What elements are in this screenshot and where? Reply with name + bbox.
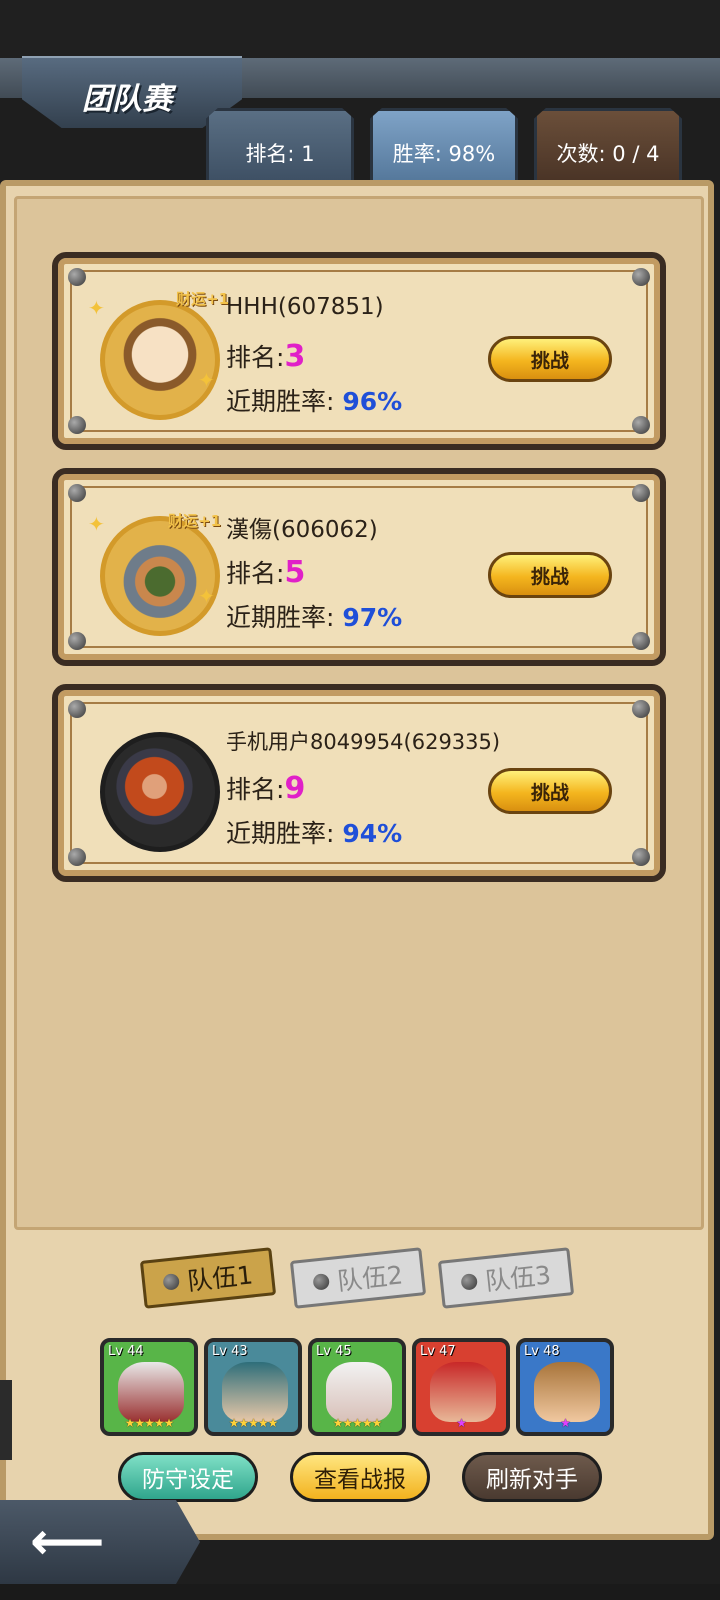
dot-icon — [162, 1273, 181, 1291]
hero-slot[interactable]: Lv 45 ★★★★★ — [308, 1338, 406, 1436]
opponent-card: 财运+1 ✦ ✦ HHH(607851) 排名:3 近期胜率: 96% 挑战 — [52, 252, 666, 450]
hero-portrait — [118, 1362, 184, 1422]
hero-level: Lv 44 — [108, 1344, 144, 1359]
hero-slot[interactable]: Lv 48 ★ — [516, 1338, 614, 1436]
tab-team-2-label: 队伍2 — [335, 1260, 405, 1297]
opponent-winrate: 近期胜率: 97% — [226, 598, 402, 634]
rivet-icon — [68, 848, 86, 866]
hero-slot[interactable]: Lv 47 ★ — [412, 1338, 510, 1436]
attempts-stat: 次数: 0 / 4 — [534, 108, 682, 184]
rivet-icon — [632, 268, 650, 286]
rivet-icon — [68, 268, 86, 286]
rank-label: 排名: — [226, 775, 285, 804]
rivet-icon — [632, 700, 650, 718]
avatar[interactable] — [100, 300, 220, 420]
opponent-rank: 排名:3 — [226, 338, 305, 374]
page-title: 团队赛 — [82, 82, 172, 117]
avatar[interactable] — [100, 732, 220, 852]
winrate-label: 近期胜率: — [226, 819, 335, 848]
hero-stars: ★★★★★ — [124, 1416, 175, 1430]
challenge-button[interactable]: 挑战 — [488, 552, 612, 598]
rivet-icon — [632, 484, 650, 502]
winrate-value: 97% — [342, 603, 403, 632]
challenge-button[interactable]: 挑战 — [488, 768, 612, 814]
opponent-name: 手机用户8049954(629335) — [226, 730, 501, 754]
rivet-icon — [68, 416, 86, 434]
rank-label: 排名: — [226, 343, 285, 372]
defense-settings-button[interactable]: 防守设定 — [118, 1452, 258, 1502]
opponent-name: HHH(607851) — [226, 294, 384, 320]
sparkle-icon: ✦ — [198, 368, 215, 392]
opponent-winrate: 近期胜率: 94% — [226, 814, 402, 850]
attempts-stat-label: 次数: 0 / 4 — [556, 142, 660, 166]
hero-portrait — [326, 1362, 392, 1422]
winrate-label: 近期胜率: — [226, 603, 335, 632]
bonus-tag: 财运+1 — [176, 290, 230, 308]
winrate-value: 96% — [342, 387, 403, 416]
bottom-bar — [0, 1584, 720, 1600]
hero-level: Lv 43 — [212, 1344, 248, 1359]
hero-level: Lv 47 — [420, 1344, 456, 1359]
opponent-rank: 排名:5 — [226, 554, 305, 590]
hero-portrait — [430, 1362, 496, 1422]
hero-level: Lv 48 — [524, 1344, 560, 1359]
dot-icon — [460, 1273, 479, 1291]
rivet-icon — [68, 632, 86, 650]
back-button[interactable]: ⟵ — [0, 1500, 200, 1584]
rivet-icon — [632, 848, 650, 866]
bonus-tag: 财运+1 — [168, 512, 222, 530]
winrate-stat: 胜率: 98% — [370, 108, 518, 184]
hero-stars: ★★★★★ — [332, 1416, 383, 1430]
rivet-icon — [632, 632, 650, 650]
winrate-stat-label: 胜率: 98% — [392, 142, 496, 166]
rank-stat-label: 排名: 1 — [245, 142, 315, 166]
rivet-icon — [68, 484, 86, 502]
hero-stars: ★ — [456, 1416, 467, 1430]
rank-label: 排名: — [226, 559, 285, 588]
refresh-opponents-button[interactable]: 刷新对手 — [462, 1452, 602, 1502]
sparkle-icon: ✦ — [198, 584, 215, 608]
hero-level: Lv 45 — [316, 1344, 352, 1359]
opponent-card: 财运+1 ✦ ✦ 漢傷(606062) 排名:5 近期胜率: 97% 挑战 — [52, 468, 666, 666]
hero-slot[interactable]: Lv 44 ★★★★★ — [100, 1338, 198, 1436]
avatar[interactable] — [100, 516, 220, 636]
view-reports-button[interactable]: 查看战报 — [290, 1452, 430, 1502]
rivet-icon — [68, 700, 86, 718]
sparkle-icon: ✦ — [88, 512, 105, 536]
status-bar-area — [0, 0, 720, 58]
rank-stat: 排名: 1 — [206, 108, 354, 184]
tab-team-1-label: 队伍1 — [185, 1260, 255, 1297]
winrate-label: 近期胜率: — [226, 387, 335, 416]
opponent-winrate: 近期胜率: 96% — [226, 382, 402, 418]
hero-stars: ★ — [560, 1416, 571, 1430]
hero-slot[interactable]: Lv 43 ★★★★★ — [204, 1338, 302, 1436]
opponent-rank: 排名:9 — [226, 770, 305, 806]
challenge-button[interactable]: 挑战 — [488, 336, 612, 382]
rank-value: 5 — [284, 555, 306, 590]
dot-icon — [312, 1273, 331, 1291]
opponent-card: 手机用户8049954(629335) 排名:9 近期胜率: 94% 挑战 — [52, 684, 666, 882]
panel-edge-decoration — [0, 1380, 12, 1460]
hero-stars: ★★★★★ — [228, 1416, 279, 1430]
back-arrow-icon: ⟵ — [30, 1512, 105, 1572]
winrate-value: 94% — [342, 819, 403, 848]
tab-team-3-label: 队伍3 — [483, 1260, 553, 1297]
rivet-icon — [632, 416, 650, 434]
rank-value: 3 — [284, 339, 306, 374]
hero-portrait — [534, 1362, 600, 1422]
rank-value: 9 — [284, 771, 306, 806]
hero-portrait — [222, 1362, 288, 1422]
sparkle-icon: ✦ — [88, 296, 105, 320]
opponent-name: 漢傷(606062) — [226, 517, 378, 543]
